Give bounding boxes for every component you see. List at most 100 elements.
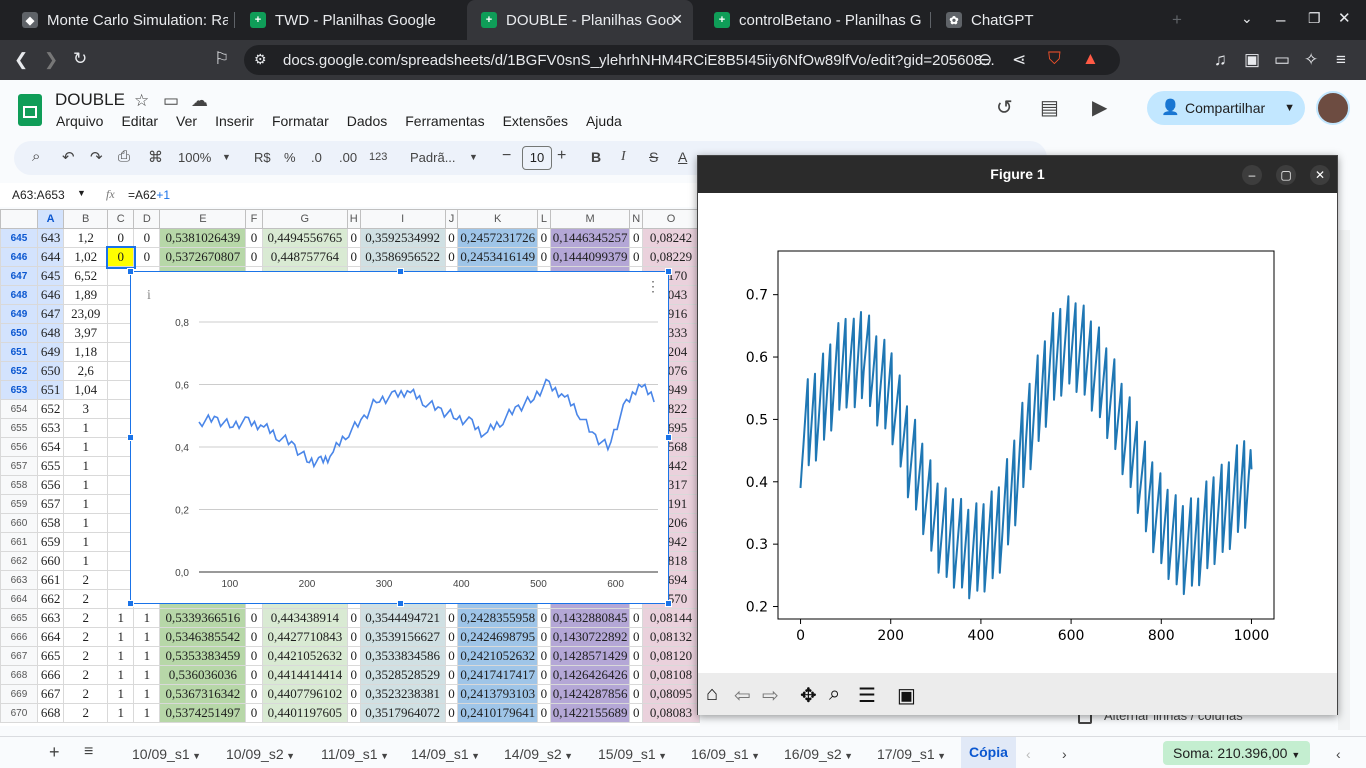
column-header[interactable]: J xyxy=(444,209,459,229)
forward-icon[interactable]: ❯ xyxy=(44,51,58,68)
chart-menu-icon[interactable]: ⋮ xyxy=(646,278,660,295)
sidebar-icon[interactable]: ▣ xyxy=(1244,51,1260,68)
meet-icon[interactable]: ▶ xyxy=(1092,98,1107,118)
strikethrough-button[interactable]: S xyxy=(649,149,658,165)
cell-a[interactable]: 667 xyxy=(36,684,65,704)
cell-n[interactable]: 0 xyxy=(629,247,644,267)
cell-l[interactable]: 0 xyxy=(537,228,551,248)
currency-button[interactable]: R$ xyxy=(254,150,271,165)
sheet-tab[interactable]: 15/09_s1 ▼ xyxy=(598,746,667,762)
cell-a[interactable]: 652 xyxy=(36,399,65,419)
cell-a[interactable]: 657 xyxy=(36,494,65,514)
row-header[interactable]: 657 xyxy=(0,456,38,476)
tab-search-icon[interactable]: ⌄ xyxy=(1241,11,1253,25)
reload-icon[interactable]: ↻ xyxy=(73,50,87,67)
cell-b[interactable]: 1,02 xyxy=(63,247,109,267)
cell-b[interactable]: 2 xyxy=(63,684,109,704)
resize-handle[interactable] xyxy=(397,268,404,275)
cell-a[interactable]: 651 xyxy=(36,380,65,400)
cell-g[interactable]: 0,443438914 xyxy=(261,608,348,628)
maximize-icon[interactable]: ▢ xyxy=(1276,165,1296,185)
cell-c[interactable]: 1 xyxy=(107,608,135,628)
cell-a[interactable]: 646 xyxy=(36,285,65,305)
cell-b[interactable]: 1 xyxy=(63,475,109,495)
row-header[interactable]: 658 xyxy=(0,475,38,495)
row-header[interactable]: 666 xyxy=(0,627,38,647)
row-header[interactable]: 668 xyxy=(0,665,38,685)
cell-h[interactable]: 0 xyxy=(346,646,361,666)
all-sheets-icon[interactable]: ≡ xyxy=(84,743,93,761)
cell-b[interactable]: 1,18 xyxy=(63,342,109,362)
wallet-icon[interactable]: ▭ xyxy=(1274,51,1290,68)
cell-l[interactable]: 0 xyxy=(537,665,551,685)
cell-m[interactable]: 0,1446345257 xyxy=(549,228,631,248)
column-header[interactable]: M xyxy=(549,209,631,229)
cell-k[interactable]: 0,2457231726 xyxy=(457,228,539,248)
cell-a[interactable]: 644 xyxy=(36,247,65,267)
cell-f[interactable]: 0 xyxy=(245,703,263,723)
back-icon[interactable]: ⇦ xyxy=(734,683,751,708)
chevron-down-icon[interactable]: ▼ xyxy=(469,751,480,761)
cell-n[interactable]: 0 xyxy=(629,646,644,666)
cell-a[interactable]: 658 xyxy=(36,513,65,533)
configure-icon[interactable]: ☰ xyxy=(858,683,876,708)
column-header[interactable]: H xyxy=(346,209,361,229)
cell-b[interactable]: 23,09 xyxy=(63,304,109,324)
side-panel-toggle-icon[interactable]: ‹ xyxy=(1336,746,1341,762)
scroll-tabs-right-icon[interactable]: › xyxy=(1062,746,1067,762)
cell-o[interactable]: 0,08083 xyxy=(642,703,700,723)
cell-b[interactable]: 2 xyxy=(63,703,109,723)
row-header[interactable]: 646 xyxy=(0,247,38,267)
cell-n[interactable]: 0 xyxy=(629,703,644,723)
row-header[interactable]: 645 xyxy=(0,228,38,248)
sheet-tab[interactable]: 14/09_s2 ▼ xyxy=(504,746,573,762)
chevron-down-icon[interactable]: ▼ xyxy=(190,751,201,761)
column-header[interactable]: E xyxy=(159,209,247,229)
menu-item[interactable]: Arquivo xyxy=(56,113,103,129)
italic-button[interactable]: I xyxy=(621,149,626,165)
sheet-tab[interactable]: 16/09_s2 ▼ xyxy=(784,746,853,762)
column-header[interactable]: B xyxy=(63,209,109,229)
cell-j[interactable]: 0 xyxy=(444,665,459,685)
menu-item[interactable]: Ajuda xyxy=(586,113,622,129)
cell-n[interactable]: 0 xyxy=(629,684,644,704)
chevron-down-icon[interactable]: ▼ xyxy=(935,751,946,761)
more-formats-button[interactable]: 123 xyxy=(369,151,387,163)
cell-h[interactable]: 0 xyxy=(346,627,361,647)
cell-a[interactable]: 648 xyxy=(36,323,65,343)
column-header[interactable]: L xyxy=(537,209,551,229)
row-header[interactable]: 649 xyxy=(0,304,38,324)
sum-indicator[interactable]: Soma: 210.396,00 ▼ xyxy=(1163,741,1311,765)
cell-d[interactable]: 0 xyxy=(133,228,161,248)
row-header[interactable]: 662 xyxy=(0,551,38,571)
font-size-input[interactable]: 10 xyxy=(522,146,552,170)
cell-e[interactable]: 0,5367316342 xyxy=(159,684,247,704)
cell-a[interactable]: 649 xyxy=(36,342,65,362)
cell-d[interactable]: 1 xyxy=(133,665,161,685)
share-icon[interactable]: ⋖ xyxy=(1012,51,1026,68)
column-header[interactable]: F xyxy=(245,209,263,229)
browser-tab[interactable]: + TWD - Planilhas Google xyxy=(236,0,456,40)
cell-a[interactable]: 654 xyxy=(36,437,65,457)
cell-o[interactable]: 0,08120 xyxy=(642,646,700,666)
row-header[interactable]: 651 xyxy=(0,342,38,362)
cell-c[interactable]: 1 xyxy=(107,646,135,666)
resize-handle[interactable] xyxy=(397,600,404,607)
text-color-button[interactable]: A xyxy=(678,149,687,165)
cell-a[interactable]: 665 xyxy=(36,646,65,666)
cell-k[interactable]: 0,2417417417 xyxy=(457,665,539,685)
cell-f[interactable]: 0 xyxy=(245,608,263,628)
row-header[interactable]: 650 xyxy=(0,323,38,343)
back-icon[interactable]: ❮ xyxy=(14,51,28,68)
cell-j[interactable]: 0 xyxy=(444,627,459,647)
sheet-tab[interactable]: 14/09_s1 ▼ xyxy=(411,746,480,762)
row-header[interactable]: 660 xyxy=(0,513,38,533)
row-header[interactable]: 669 xyxy=(0,684,38,704)
undo-icon[interactable]: ↶ xyxy=(62,148,75,166)
cell-j[interactable]: 0 xyxy=(444,684,459,704)
percent-button[interactable]: % xyxy=(284,150,296,165)
cell-b[interactable]: 1 xyxy=(63,456,109,476)
chevron-down-icon[interactable]: ▼ xyxy=(749,751,760,761)
star-icon[interactable]: ☆ xyxy=(134,92,149,109)
cell-a[interactable]: 660 xyxy=(36,551,65,571)
